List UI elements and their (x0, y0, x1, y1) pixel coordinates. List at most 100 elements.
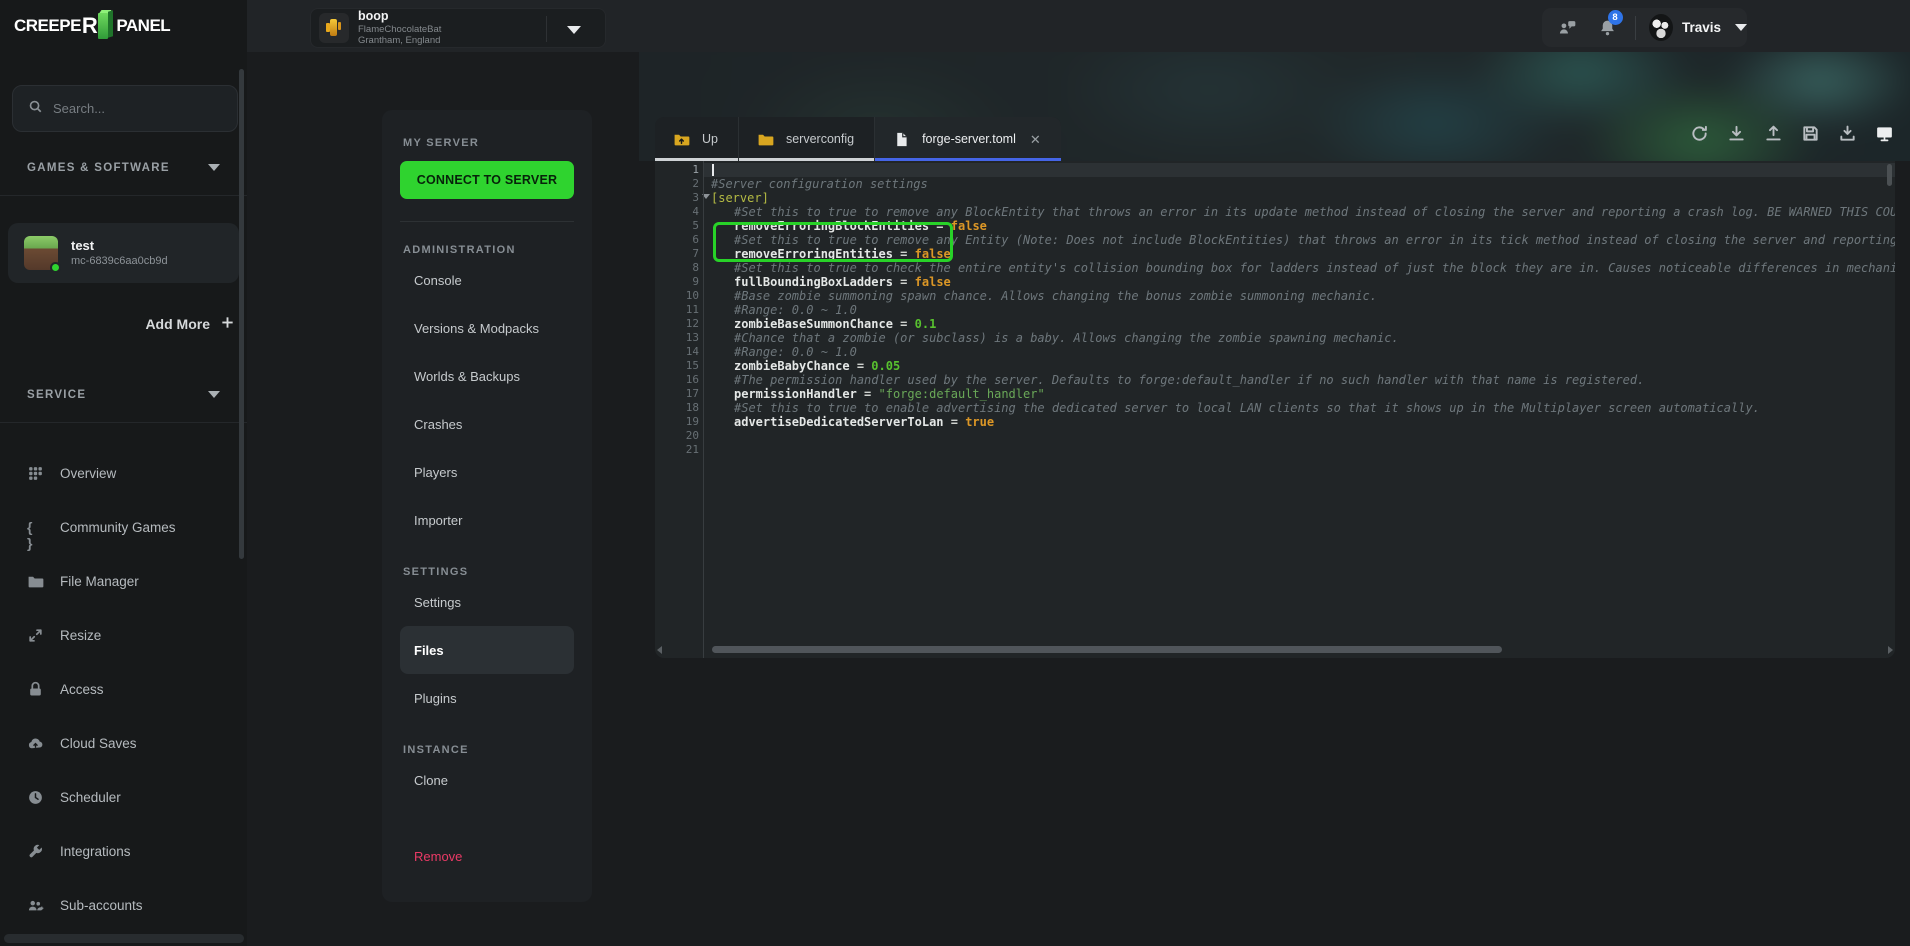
code-line-17: permissionHandler = "forge:default_handl… (711, 387, 1895, 401)
sidebar-item-file-manager[interactable]: File Manager (0, 554, 247, 608)
refresh-icon[interactable] (1690, 124, 1710, 144)
lock-icon (27, 681, 44, 698)
creeper-icon (98, 10, 113, 42)
sidebar-item-integrations[interactable]: Integrations (0, 824, 247, 878)
scrollbar-thumb[interactable] (712, 646, 1502, 653)
line-number: 3 (655, 191, 699, 205)
text-cursor (712, 164, 714, 176)
sidebar-item-scheduler[interactable]: Scheduler (0, 770, 247, 824)
download-icon[interactable] (1727, 124, 1747, 144)
server-card-test[interactable]: test mc-6839c6aa0cb9d (8, 223, 239, 283)
server-avatar (319, 13, 349, 43)
code-line-18: #Set this to true to enable advertising … (711, 401, 1895, 415)
file-tab-label: Up (702, 132, 718, 146)
code-line-2: #Server configuration settings (711, 177, 1895, 191)
folder-icon (27, 573, 44, 590)
line-number: 9 (655, 275, 699, 289)
sidebar-item-resize[interactable]: Resize (0, 608, 247, 662)
chevron-down-icon[interactable] (1735, 24, 1747, 31)
plus-icon (220, 315, 235, 333)
line-number: 15 (655, 359, 699, 373)
scroll-right-arrow-icon[interactable] (1888, 646, 1893, 654)
nav-group-header-instance: INSTANCE (400, 744, 574, 756)
connect-to-server-button[interactable]: CONNECT TO SERVER (400, 161, 574, 199)
avatar[interactable] (1649, 14, 1673, 41)
search-box[interactable] (12, 85, 238, 132)
bell-icon[interactable]: 8 (1598, 17, 1618, 39)
file-toolbar (1690, 124, 1895, 144)
gutter-separator (703, 161, 704, 658)
nav-item-console[interactable]: Console (400, 256, 574, 304)
sidebar-item-label: File Manager (60, 574, 139, 589)
code-line-3: [server] (711, 191, 1895, 205)
chevron-down-icon[interactable] (567, 26, 581, 34)
code-line-16: #The permission handler used by the serv… (711, 373, 1895, 387)
file-tab-label: serverconfig (786, 132, 854, 146)
file-tab-bar: Up serverconfig forge-server.toml✕ (655, 117, 1061, 161)
grid-icon (27, 465, 44, 482)
code-line-7: removeErroringEntities = false (711, 247, 1895, 261)
add-more-button[interactable]: Add More (145, 315, 235, 333)
chevron-down-icon[interactable] (208, 391, 220, 398)
sidebar-item-overview[interactable]: Overview (0, 446, 247, 500)
code-editor[interactable]: 12#Server configuration settings3[server… (655, 161, 1895, 658)
nav-item-importer[interactable]: Importer (400, 496, 574, 544)
username: Travis (1682, 20, 1721, 35)
selected-server-name: boop (358, 10, 441, 23)
nav-group-header-settings: SETTINGS (400, 566, 574, 578)
editor-scrollbar-horizontal[interactable] (659, 646, 1891, 654)
scroll-left-arrow-icon[interactable] (657, 646, 662, 654)
search-input[interactable] (53, 101, 203, 116)
code-line-6: #Set this to true to remove any Entity (… (711, 233, 1895, 247)
upload-icon[interactable] (1764, 124, 1784, 144)
file-tab-serverconfig[interactable]: serverconfig (739, 117, 875, 161)
editor-scrollbar-vertical[interactable] (1887, 164, 1892, 186)
display-icon[interactable] (1875, 124, 1895, 144)
sidebar-item-label: Access (60, 682, 104, 697)
line-number: 7 (655, 247, 699, 261)
logo[interactable]: CREEPER PANEL (0, 0, 247, 52)
nav-group-header-administration: ADMINISTRATION (400, 244, 574, 256)
nav-item-crashes[interactable]: Crashes (400, 400, 574, 448)
sidebar-scrollbar-vertical[interactable] (239, 69, 244, 559)
nav-item-players[interactable]: Players (400, 448, 574, 496)
notification-badge: 8 (1608, 10, 1623, 25)
server-select-dropdown[interactable]: boop FlameChocolateBat Grantham, England (310, 8, 606, 48)
line-number: 17 (655, 387, 699, 401)
logo-text-creeper: CREEPE (14, 16, 81, 36)
nav-item-versions-modpacks[interactable]: Versions & Modpacks (400, 304, 574, 352)
topbar: CREEPER PANEL boop FlameChocolateBat Gra… (0, 0, 1910, 52)
nav-item-files[interactable]: Files (400, 626, 574, 674)
nav-item-clone[interactable]: Clone (400, 756, 574, 804)
nav-item-settings[interactable]: Settings (400, 578, 574, 626)
members-icon[interactable] (1558, 17, 1578, 39)
chevron-down-icon[interactable] (208, 164, 220, 171)
sidebar-scrollbar-horizontal[interactable] (4, 934, 244, 943)
file-tab-forge-server-toml[interactable]: forge-server.toml✕ (875, 117, 1061, 161)
sidebar-item-cloud-saves[interactable]: Cloud Saves (0, 716, 247, 770)
code-line-10: #Base zombie summoning spawn chance. All… (711, 289, 1895, 303)
close-tab-icon[interactable]: ✕ (1030, 133, 1041, 146)
server-card-name: test (71, 239, 168, 252)
export-icon[interactable] (1838, 124, 1858, 144)
line-number: 2 (655, 177, 699, 191)
save-icon[interactable] (1801, 124, 1821, 144)
file-tab-up[interactable]: Up (655, 117, 739, 161)
cloud-up-icon (27, 735, 44, 752)
nav-item-plugins[interactable]: Plugins (400, 674, 574, 722)
sidebar-item-community-games[interactable]: { }Community Games (0, 500, 247, 554)
code-line-13: #Chance that a zombie (or subclass) is a… (711, 331, 1895, 345)
line-number: 11 (655, 303, 699, 317)
sidebar-item-access[interactable]: Access (0, 662, 247, 716)
line-number: 10 (655, 289, 699, 303)
nav-item-worlds-backups[interactable]: Worlds & Backups (400, 352, 574, 400)
active-line-highlight (704, 163, 1895, 177)
sidebar-item-sub-accounts[interactable]: Sub-accounts (0, 878, 247, 932)
line-number: 4 (655, 205, 699, 219)
logo-text-panel: PANEL (116, 16, 170, 36)
tab-underline (739, 158, 874, 161)
line-number: 14 (655, 345, 699, 359)
line-number: 21 (655, 443, 699, 457)
nav-item-remove[interactable]: Remove (400, 832, 574, 880)
selected-server-owner: FlameChocolateBat (358, 25, 441, 35)
